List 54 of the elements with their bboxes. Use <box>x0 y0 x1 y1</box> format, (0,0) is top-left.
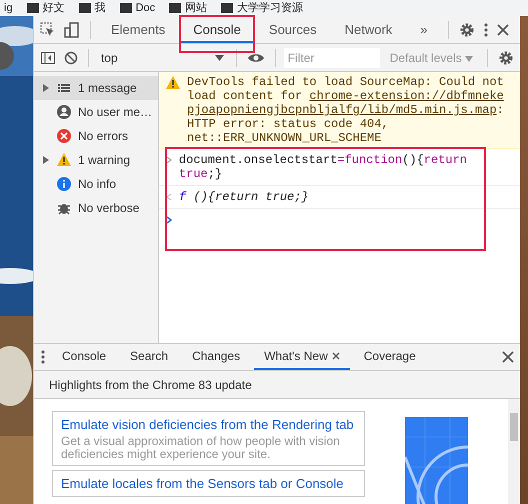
warning-icon <box>56 152 72 168</box>
card-description: Get a visual approximation of how people with vision deficiencies might experience your site. <box>61 435 341 461</box>
more-tabs[interactable]: » <box>408 16 440 43</box>
result-text: f (){return true;} <box>179 190 309 204</box>
panel-tab[interactable]: Sources <box>256 16 329 43</box>
card-title[interactable]: Emulate locales from the Sensors tab or Console <box>61 475 356 492</box>
error-icon <box>56 128 72 144</box>
context-select[interactable]: top <box>96 50 228 64</box>
drawer-tab[interactable]: Console <box>52 344 116 370</box>
warning-text: pjoapopniengjbcpnbljalfg/lib/md5.min.js.map: <box>187 103 504 117</box>
source-link[interactable]: chrome-extension://dbfmneke <box>309 89 504 103</box>
warning-icon <box>165 75 181 91</box>
drawer-tab[interactable]: Changes <box>182 344 250 370</box>
warning-text: net::ERR_UNKNOWN_URL_SCHEME <box>187 131 382 145</box>
bookmark[interactable]: ig <box>4 2 13 14</box>
bookmark[interactable]: 我 <box>78 2 106 14</box>
folder-icon <box>120 3 132 13</box>
sidebar-item[interactable]: 1 message <box>34 76 158 100</box>
warning-text: load content for chrome-extension://dbfmneke <box>187 89 504 103</box>
source-link[interactable]: pjoapopniengjbcpnbljalfg/lib/md5.min.js.map <box>187 103 497 117</box>
drawer-headline: Highlights from the Chrome 83 update <box>34 371 520 399</box>
folder-icon <box>169 3 182 13</box>
device-icon[interactable] <box>62 20 82 40</box>
filter-field[interactable]: Filter <box>284 48 380 68</box>
expand-icon[interactable] <box>42 84 50 92</box>
user-icon <box>56 104 72 120</box>
folder-icon <box>78 3 91 13</box>
info-icon <box>56 176 72 192</box>
expand-icon[interactable] <box>42 156 50 164</box>
bookmark[interactable]: 网站 <box>169 2 208 14</box>
drawer-tab[interactable]: Coverage <box>354 344 426 370</box>
panel-tab[interactable]: Network <box>332 16 404 43</box>
sidebar-item[interactable]: No verbose <box>34 196 158 220</box>
sidebar-item[interactable]: No info <box>34 172 158 196</box>
sidebar-item[interactable]: 1 warning <box>34 148 158 172</box>
bookmark[interactable]: Doc <box>120 2 156 14</box>
close-icon[interactable] <box>500 349 516 365</box>
caret-icon <box>465 56 474 62</box>
scrollbar[interactable] <box>508 399 520 504</box>
caret-icon <box>214 54 224 60</box>
bookmark[interactable]: 大学学习资源 <box>221 2 304 14</box>
sidebar-item[interactable]: No user me… <box>34 100 158 124</box>
folder-icon <box>26 3 39 13</box>
drawer-tab[interactable]: Search <box>120 344 178 370</box>
folder-icon <box>221 3 234 13</box>
sidebar-item[interactable]: No errors <box>34 124 158 148</box>
close-icon[interactable] <box>494 22 511 38</box>
warning-text: DevTools failed to load SourceMap: Could not <box>187 75 504 89</box>
warning-text: HTTP error: status code 404, <box>187 117 390 131</box>
panel-tab[interactable]: Elements <box>99 16 178 43</box>
command-text: document.onselectstart=function(){return true;} <box>178 153 468 181</box>
bookmark[interactable]: 好文 <box>26 2 65 14</box>
close-icon[interactable] <box>332 352 340 360</box>
card-title[interactable]: Emulate vision deficiencies from the Rendering tab <box>61 416 356 433</box>
